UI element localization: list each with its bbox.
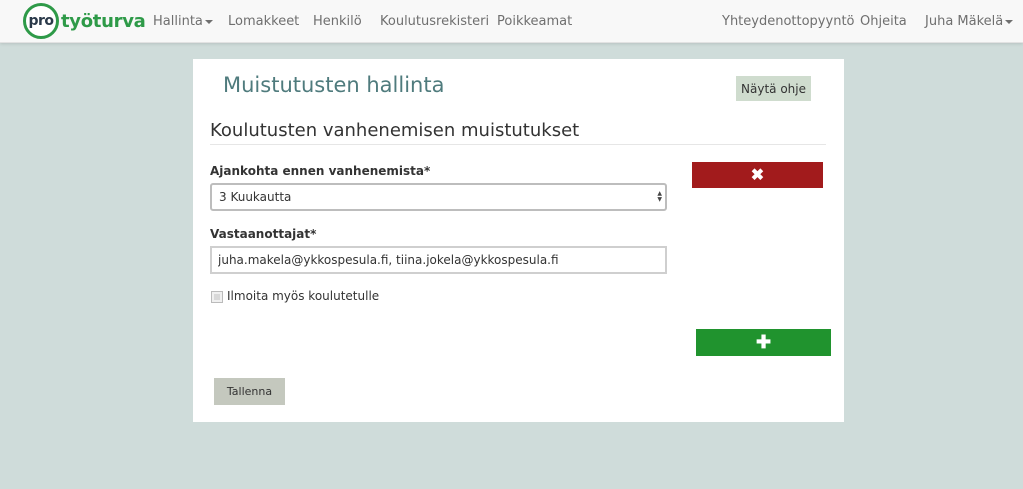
user-menu[interactable]: Juha Mäkelä — [925, 0, 1014, 43]
select-arrows-icon: ▲ ▼ — [657, 190, 662, 203]
recipients-input[interactable] — [210, 246, 667, 274]
brand-logo[interactable]: pro työturva — [23, 3, 146, 39]
add-reminder-button[interactable]: ✚ — [696, 329, 831, 356]
section-divider — [210, 144, 826, 145]
nav-item-poikkeamat[interactable]: Poikkeamat — [497, 0, 572, 43]
notify-trainee-label[interactable]: Ilmoita myös koulutetulle — [227, 289, 379, 303]
caret-down-icon — [204, 19, 213, 24]
page-title: Muistutusten hallinta — [223, 73, 445, 97]
section-title: Koulutusten vanhenemisen muistutukset — [210, 120, 580, 141]
nav-item-label: Henkilö — [313, 14, 362, 29]
timing-select-value: 3 Kuukautta — [219, 190, 292, 204]
caret-down-icon — [1005, 19, 1014, 24]
nav-item-help[interactable]: Ohjeita — [860, 0, 907, 43]
nav-item-koulutusrekisteri[interactable]: Koulutusrekisteri — [380, 0, 489, 43]
nav-item-label: Poikkeamat — [497, 14, 573, 29]
plus-icon: ✚ — [755, 332, 772, 352]
logo-name-text: työturva — [61, 10, 146, 32]
nav-item-label: Lomakkeet — [228, 14, 300, 29]
reminder-panel: Muistutusten hallinta Näytä ohje Koulutu… — [193, 59, 844, 422]
nav-item-label: Koulutusrekisteri — [380, 14, 490, 29]
nav-item-label: Hallinta — [153, 14, 203, 29]
top-navbar: pro työturva Hallinta Lomakkeet Henkilö … — [0, 0, 1023, 43]
nav-item-hallinta[interactable]: Hallinta — [153, 0, 213, 43]
logo-ring: pro — [23, 3, 59, 39]
recipients-label: Vastaanottajat* — [210, 227, 317, 241]
nav-item-label: Ohjeita — [860, 14, 907, 29]
notify-trainee-checkbox[interactable] — [211, 291, 223, 303]
timing-label: Ajankohta ennen vanhenemista* — [210, 164, 431, 178]
nav-item-henkilo[interactable]: Henkilö — [313, 0, 362, 43]
user-name: Juha Mäkelä — [925, 14, 1004, 29]
remove-reminder-button[interactable]: ✖ — [692, 162, 823, 188]
logo-pro-text: pro — [28, 13, 54, 29]
show-help-button[interactable]: Näytä ohje — [736, 76, 811, 101]
nav-item-lomakkeet[interactable]: Lomakkeet — [228, 0, 299, 43]
timing-select[interactable]: 3 Kuukautta ▲ ▼ — [210, 183, 667, 211]
nav-item-contact-request[interactable]: Yhteydenottopyyntö — [722, 0, 855, 43]
nav-item-label: Yhteydenottopyyntö — [722, 14, 855, 29]
close-icon: ✖ — [750, 167, 765, 184]
save-button[interactable]: Tallenna — [214, 378, 285, 405]
